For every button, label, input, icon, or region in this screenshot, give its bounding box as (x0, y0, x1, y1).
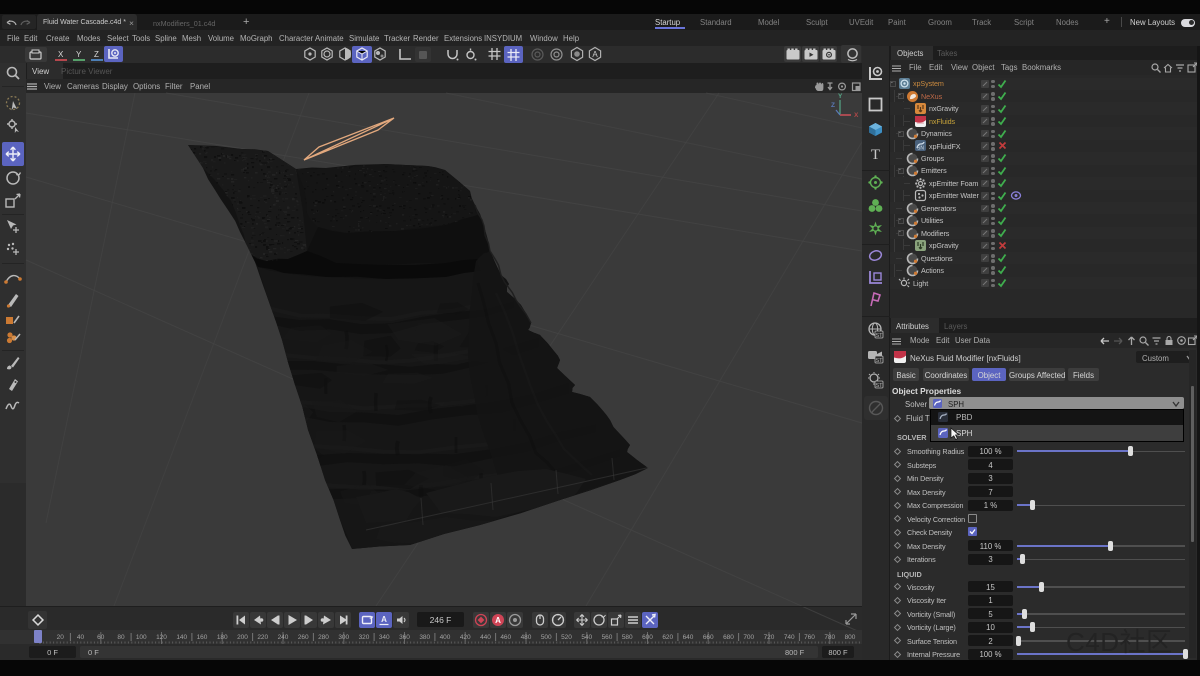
svg-text:A: A (592, 50, 598, 59)
svg-text:ST: ST (875, 333, 883, 339)
svg-text:SN: SN (917, 146, 924, 152)
svg-text:Y: Y (838, 93, 843, 100)
svg-text:A: A (381, 615, 387, 624)
svg-text:Z: Z (831, 102, 835, 109)
svg-text:A: A (495, 616, 501, 625)
svg-text:X: X (854, 112, 859, 119)
svg-text:ST: ST (875, 358, 883, 364)
svg-text:T: T (871, 147, 880, 163)
svg-text:ST: ST (875, 383, 883, 389)
